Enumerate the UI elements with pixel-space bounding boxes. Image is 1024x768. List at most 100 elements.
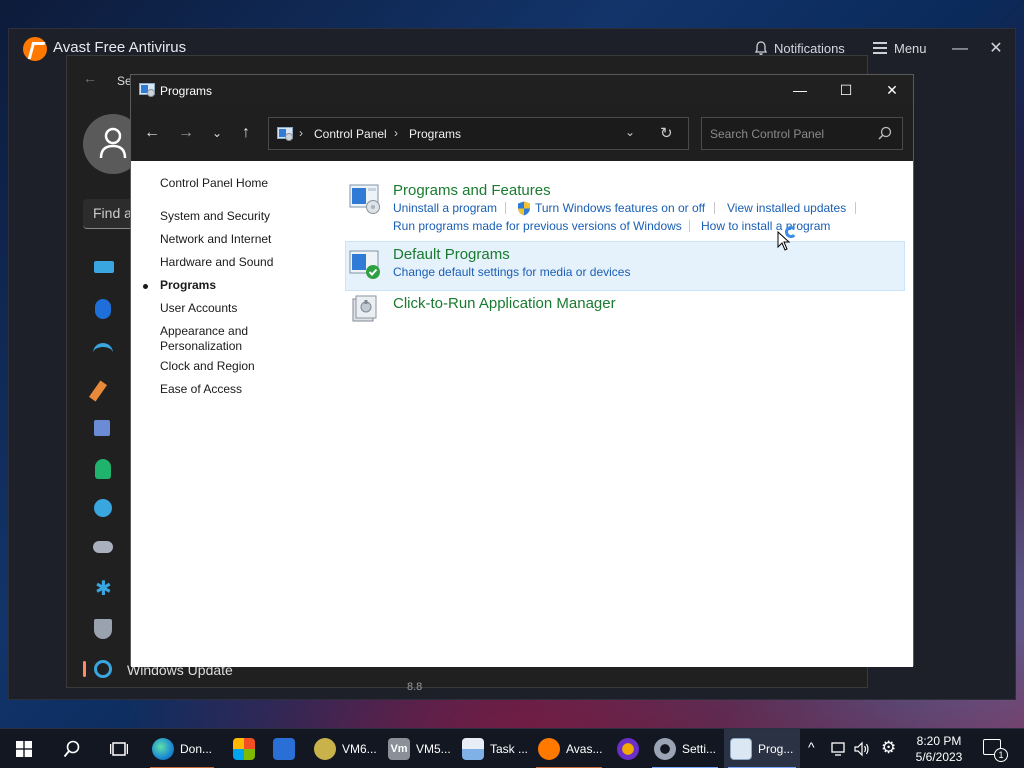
accounts-icon[interactable]: [95, 459, 111, 479]
system-icon[interactable]: [94, 261, 114, 273]
network-icon[interactable]: [831, 741, 847, 757]
taskbar-app-label: Don...: [180, 742, 213, 756]
taskbar-app-avast[interactable]: Avas...: [532, 729, 606, 768]
forward-arrow-icon[interactable]: →: [172, 119, 200, 147]
breadcrumb-control-panel[interactable]: Control Panel: [314, 127, 387, 141]
task-view-icon[interactable]: [110, 741, 128, 757]
shield-icon[interactable]: [94, 619, 112, 639]
windows-features-link[interactable]: Turn Windows features on or off: [535, 201, 705, 215]
search-icon[interactable]: [878, 126, 892, 140]
default-programs-icon: [349, 250, 380, 279]
brush-icon[interactable]: [88, 380, 108, 402]
notifications-button[interactable]: Notifications: [774, 41, 845, 56]
sidebar-item-appearance[interactable]: Appearance and: [160, 324, 248, 338]
sidebar-item-hardware-sound[interactable]: Hardware and Sound: [160, 255, 273, 269]
gaming-icon[interactable]: [93, 541, 113, 553]
click-to-run-icon: [352, 295, 377, 322]
default-programs-title[interactable]: Default Programs: [393, 246, 510, 263]
change-default-settings-link[interactable]: Change default settings for media or dev…: [393, 265, 630, 279]
mail-icon: [273, 738, 295, 760]
search-input[interactable]: [702, 118, 872, 149]
busy-spinner-icon: [785, 226, 797, 238]
start-button-icon[interactable]: [16, 741, 32, 757]
sidebar-item-programs[interactable]: Programs: [160, 278, 216, 292]
avast-minimize-button[interactable]: —: [951, 35, 969, 63]
refresh-icon[interactable]: ↻: [660, 124, 673, 142]
search-taskbar-icon[interactable]: [63, 740, 81, 758]
minimize-button[interactable]: —: [777, 75, 823, 105]
apps-icon[interactable]: [94, 420, 110, 436]
breadcrumb-chevron-icon: ›: [299, 126, 303, 140]
taskbar-app-vm5[interactable]: Vm VM5...: [382, 729, 454, 768]
address-dropdown-icon[interactable]: ⌄: [625, 125, 635, 139]
control-panel-taskbar-icon: [730, 738, 752, 760]
sidebar-item-personalization[interactable]: Personalization: [160, 339, 242, 353]
avast-browser-icon: [617, 738, 639, 760]
how-to-install-link[interactable]: How to install a program: [701, 219, 830, 233]
bee-icon: [314, 738, 336, 760]
sidebar-item-ease-of-access[interactable]: Ease of Access: [160, 382, 242, 396]
sidebar-item-clock-region[interactable]: Clock and Region: [160, 359, 255, 373]
time-icon[interactable]: [94, 499, 112, 517]
sidebar-home-link[interactable]: Control Panel Home: [160, 176, 268, 190]
breadcrumb-programs[interactable]: Programs: [409, 127, 461, 141]
sidebar-item-network-internet[interactable]: Network and Internet: [160, 232, 271, 246]
navigation-bar: ← → ⌄ ↑ › Control Panel › Programs ⌄ ↻: [131, 105, 913, 161]
hamburger-menu-icon[interactable]: [873, 42, 887, 54]
sidebar-item-user-accounts[interactable]: User Accounts: [160, 301, 237, 315]
programs-features-icon: [349, 184, 380, 214]
taskbar-app-label: Avas...: [566, 742, 603, 756]
link-separator: [855, 202, 856, 214]
control-panel-window: Programs — ☐ ✕ ← → ⌄ ↑ › Control Panel ›…: [130, 74, 915, 667]
selected-indicator: [83, 661, 86, 677]
taskbar-app-label: Task ...: [490, 742, 529, 756]
volume-icon[interactable]: [854, 741, 870, 757]
maximize-button[interactable]: ☐: [823, 75, 869, 105]
link-separator: [689, 220, 690, 232]
window-title: Programs: [160, 84, 213, 98]
accessibility-icon[interactable]: ✱: [95, 579, 115, 599]
system-clock[interactable]: 8:20 PM 5/6/2023: [908, 733, 970, 765]
taskbar-app-vm6[interactable]: VM6...: [308, 729, 380, 768]
clock-time: 8:20 PM: [916, 734, 962, 748]
taskbar-app-task-manager[interactable]: Task ...: [456, 729, 528, 768]
up-arrow-icon[interactable]: ↑: [232, 119, 260, 147]
programs-features-title[interactable]: Programs and Features: [393, 182, 551, 199]
taskbar-app-edge[interactable]: Don...: [146, 729, 218, 768]
taskbar-app-store[interactable]: [226, 729, 262, 768]
taskbar-app-settings[interactable]: Setti...: [648, 729, 722, 768]
taskbar-app-avast-browser[interactable]: [610, 729, 646, 768]
taskbar-app-label: VM5...: [416, 742, 451, 756]
avast-title: Avast Free Antivirus: [53, 39, 187, 56]
link-separator: [505, 202, 506, 214]
search-box[interactable]: [701, 117, 903, 150]
taskbar-app-programs[interactable]: Prog...: [724, 729, 800, 768]
settings-back-icon[interactable]: ←: [83, 70, 97, 86]
address-bar[interactable]: › Control Panel › Programs ⌄ ↻: [268, 117, 689, 150]
taskbar-app-mail[interactable]: [266, 729, 302, 768]
windows-update-icon: [94, 660, 112, 678]
settings-gear-tray-icon[interactable]: ⚙: [881, 738, 896, 758]
run-older-programs-link[interactable]: Run programs made for previous versions …: [393, 219, 682, 233]
click-to-run-title[interactable]: Click-to-Run Application Manager: [393, 295, 616, 312]
back-arrow-icon[interactable]: ←: [138, 119, 166, 147]
avast-close-button[interactable]: ✕: [987, 35, 1005, 63]
close-button[interactable]: ✕: [869, 75, 915, 105]
edge-icon: [152, 738, 174, 760]
view-installed-updates-link[interactable]: View installed updates: [727, 201, 846, 215]
avast-icon: [538, 738, 560, 760]
uninstall-program-link[interactable]: Uninstall a program: [393, 201, 497, 215]
bell-icon[interactable]: [753, 40, 769, 56]
bluetooth-icon[interactable]: [95, 299, 111, 319]
recent-locations-chevron-icon[interactable]: ⌄: [203, 119, 231, 147]
vmware-icon: Vm: [388, 738, 410, 760]
avast-menu-button[interactable]: Menu: [894, 41, 927, 56]
clock-date: 5/6/2023: [915, 750, 963, 764]
content-area: Control Panel Home System and Security N…: [131, 161, 913, 667]
taskbar-app-label: VM6...: [342, 742, 377, 756]
sidebar-item-system-security[interactable]: System and Security: [160, 209, 270, 223]
avast-logo-icon: [23, 37, 47, 61]
settings-bottom-text: 8.8: [407, 681, 423, 693]
wifi-icon[interactable]: [93, 343, 113, 355]
show-hidden-icons-chevron-icon[interactable]: ^: [808, 739, 815, 755]
